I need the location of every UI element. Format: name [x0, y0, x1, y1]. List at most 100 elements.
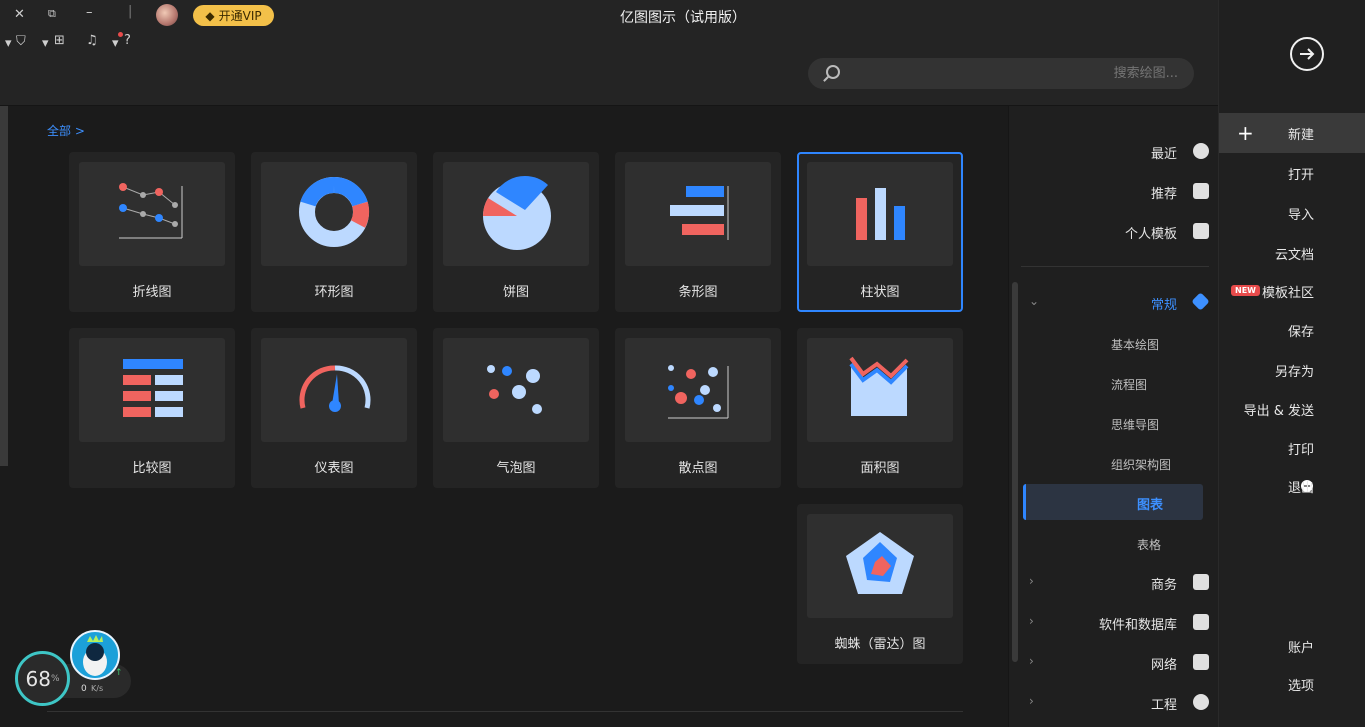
- menu-export-send[interactable]: 导出 & 发送: [1219, 389, 1365, 429]
- chevron-right-icon: ›: [1029, 694, 1034, 708]
- vip-label: 开通VIP: [218, 9, 262, 23]
- template-card-radar-chart[interactable]: 蜘蛛（雷达）图: [797, 504, 963, 664]
- restore-icon[interactable]: ⧉: [48, 7, 56, 21]
- bubble-chart-thumbnail: [443, 338, 589, 442]
- bubble-chart-icon: [487, 365, 542, 414]
- line-chart-icon: [119, 183, 183, 239]
- help-icon[interactable]: ?: [124, 33, 131, 48]
- template-card-column-chart[interactable]: 柱状图: [797, 152, 963, 312]
- network-icon: [1193, 654, 1209, 670]
- chevron-right-icon: ›: [1029, 574, 1034, 588]
- menu-save-as[interactable]: 另存为: [1219, 350, 1365, 390]
- menu-options[interactable]: 选项: [1219, 664, 1365, 704]
- scatter-chart-thumbnail: [625, 338, 771, 442]
- chevron-right-icon: ›: [1029, 654, 1034, 668]
- menu-print[interactable]: 打印: [1219, 428, 1365, 468]
- menu-open[interactable]: 打开: [1219, 153, 1365, 193]
- menu-exit[interactable]: 退出: [1219, 466, 1365, 506]
- vip-diamond-icon: ◆: [205, 8, 215, 23]
- scatter-chart-icon: [668, 365, 729, 419]
- apps-icon[interactable]: ⊞: [54, 33, 65, 48]
- menu-new[interactable]: + 新建: [1219, 113, 1365, 153]
- menu-import[interactable]: 导入: [1219, 193, 1365, 233]
- pie-chart-icon: [482, 175, 551, 250]
- minimize-icon[interactable]: –: [86, 5, 93, 20]
- separator: |: [128, 4, 133, 19]
- top-bar: ✕ ⧉ – | ◆ 开通VIP 亿图图示（试用版） ▾ ⛉ ▾ ⊞ ♫ ▾ ?: [0, 0, 1218, 106]
- breadcrumb[interactable]: 全部 >: [47, 122, 85, 139]
- search-input[interactable]: [848, 58, 1178, 89]
- penguin-mascot-icon[interactable]: [70, 630, 120, 680]
- network-speed-unit: K/s: [91, 684, 104, 693]
- gauge-chart-icon: [299, 365, 371, 412]
- template-card-comparison-chart[interactable]: 比较图: [69, 328, 235, 488]
- arrow-right-icon: [1300, 48, 1315, 60]
- category-engineering[interactable]: › 工程: [1009, 685, 1219, 719]
- category-recent[interactable]: 最近: [1009, 134, 1219, 168]
- file-menu: + 新建 打开 导入 云文档 NEW 模板社区 保存 另存为 导出 & 发送 打…: [1218, 0, 1365, 727]
- menu-save[interactable]: 保存: [1219, 310, 1365, 350]
- bar-chart-thumbnail: [625, 162, 771, 266]
- vip-button[interactable]: ◆ 开通VIP: [193, 5, 274, 26]
- app-window: ✕ ⧉ – | ◆ 开通VIP 亿图图示（试用版） ▾ ⛉ ▾ ⊞ ♫ ▾ ? …: [0, 0, 1365, 727]
- template-icon: [1193, 223, 1209, 239]
- column-chart-icon: [856, 188, 905, 240]
- category-network[interactable]: › 网络: [1009, 645, 1219, 679]
- subcategory-mindmap[interactable]: 思维导图: [1009, 406, 1219, 440]
- area-chart-thumbnail: [807, 338, 953, 442]
- subcategory-charts[interactable]: 图表: [1023, 484, 1203, 520]
- subcategory-orgchart[interactable]: 组织架构图: [1009, 446, 1219, 480]
- template-card-area-chart[interactable]: 面积图: [797, 328, 963, 488]
- dropdown-icon[interactable]: ▾: [5, 36, 12, 51]
- comparison-chart-icon: [123, 359, 183, 417]
- column-chart-thumbnail: [807, 162, 953, 266]
- template-card-pie-chart[interactable]: 饼图: [433, 152, 599, 312]
- bell-icon[interactable]: ♫: [86, 33, 98, 48]
- template-gallery: 全部 > 柱状图 条形图 饼图 环形图 折线图 面积图 散点图 气泡图 仪表图 …: [0, 106, 1008, 727]
- line-chart-thumbnail: [79, 162, 225, 266]
- briefcase-icon: [1193, 574, 1209, 590]
- category-business[interactable]: › 商务: [1009, 565, 1219, 599]
- menu-template-community[interactable]: NEW 模板社区: [1219, 271, 1365, 311]
- bar-chart-icon: [670, 186, 729, 240]
- category-general[interactable]: ⌄ 常规: [1009, 285, 1219, 319]
- template-card-bubble-chart[interactable]: 气泡图: [433, 328, 599, 488]
- gauge-chart-thumbnail: [261, 338, 407, 442]
- search-box[interactable]: [808, 58, 1194, 89]
- category-personal-templates[interactable]: 个人模板: [1009, 214, 1219, 248]
- chevron-down-icon: ⌄: [1029, 294, 1040, 308]
- shirt-icon[interactable]: ⛉: [16, 34, 26, 49]
- template-card-bar-chart[interactable]: 条形图: [615, 152, 781, 312]
- back-button[interactable]: [1290, 37, 1324, 71]
- search-icon[interactable]: [826, 65, 840, 79]
- template-card-scatter-chart[interactable]: 散点图: [615, 328, 781, 488]
- gallery-scrollbar[interactable]: [0, 106, 8, 466]
- window-title: 亿图图示（试用版）: [620, 10, 746, 26]
- donut-chart-thumbnail: [261, 162, 407, 266]
- donut-chart-icon: [299, 176, 370, 247]
- close-icon[interactable]: ✕: [14, 7, 25, 22]
- category-recommended[interactable]: 推荐: [1009, 174, 1219, 208]
- template-card-gauge-chart[interactable]: 仪表图: [251, 328, 417, 488]
- subcategory-basic[interactable]: 基本绘图: [1009, 326, 1219, 360]
- area-chart-icon: [849, 356, 909, 416]
- plus-icon: +: [1237, 121, 1254, 145]
- subcategory-flowchart[interactable]: 流程图: [1009, 366, 1219, 400]
- comparison-chart-thumbnail: [79, 338, 225, 442]
- template-card-line-chart[interactable]: 折线图: [69, 152, 235, 312]
- subcategory-tables[interactable]: 表格: [1009, 526, 1219, 560]
- category-software-db[interactable]: › 软件和数据库: [1009, 605, 1219, 639]
- category-sidebar: 最近 推荐 个人模板 ⌄ 常规 基本绘图 流程图 思维导图 组织架构图 图表 表…: [1008, 106, 1218, 727]
- new-badge: NEW: [1231, 285, 1260, 296]
- radar-chart-thumbnail: [807, 514, 953, 618]
- template-card-donut-chart[interactable]: 环形图: [251, 152, 417, 312]
- network-speed-value: 0: [81, 684, 87, 694]
- menu-cloud-docs[interactable]: 云文档: [1219, 233, 1365, 273]
- avatar[interactable]: [156, 4, 178, 26]
- dropdown-icon-2[interactable]: ▾: [42, 36, 49, 51]
- helmet-icon: [1193, 694, 1209, 710]
- code-icon: [1193, 614, 1209, 630]
- dropdown-icon-3[interactable]: ▾: [112, 36, 119, 51]
- menu-account[interactable]: 账户: [1219, 626, 1365, 666]
- memory-usage-widget[interactable]: 68%: [15, 651, 70, 706]
